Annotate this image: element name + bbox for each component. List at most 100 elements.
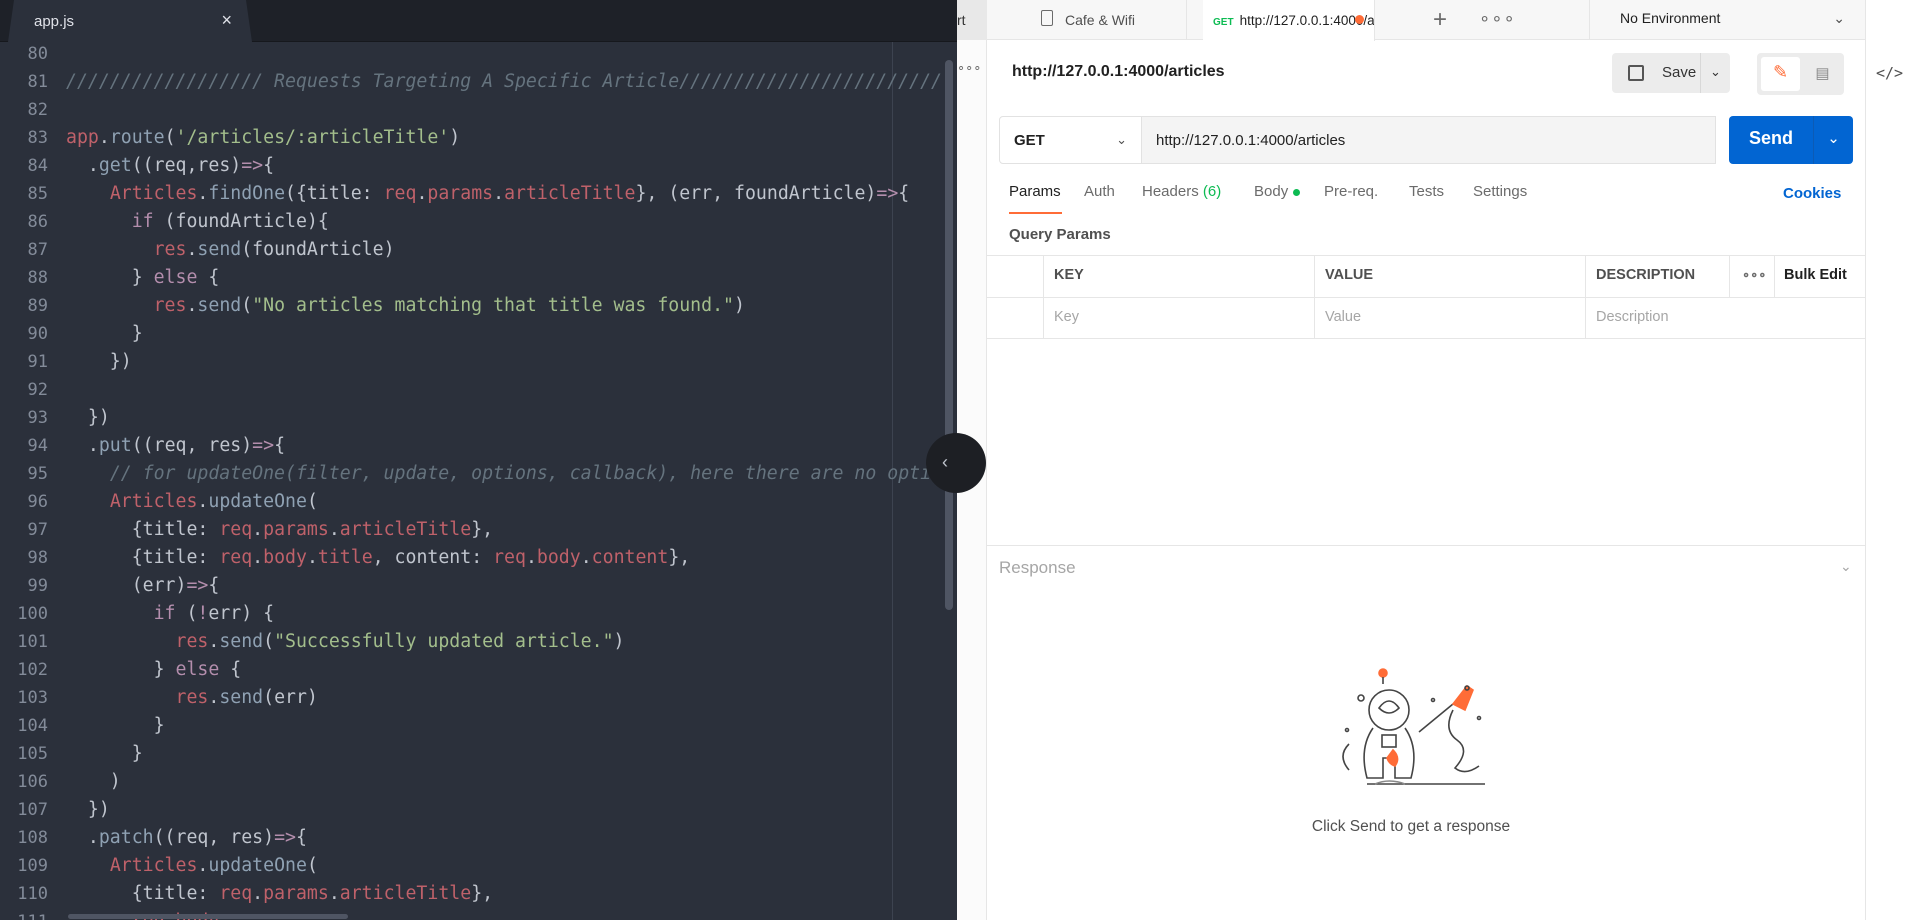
url-input[interactable]: http://127.0.0.1:4000/articles <box>1142 116 1716 164</box>
code-line[interactable]: 102 } else { <box>0 656 945 684</box>
code-line[interactable]: 80 <box>0 40 945 68</box>
code-token: }) <box>66 799 110 820</box>
code-line[interactable]: 107 }) <box>0 796 945 824</box>
code-token: ) <box>66 771 121 792</box>
code-line[interactable]: 110 {title: req.params.articleTitle}, <box>0 880 945 908</box>
bulk-edit-button[interactable]: Bulk Edit <box>1784 267 1847 283</box>
code-line[interactable]: 91 }) <box>0 348 945 376</box>
tab-headers-label: Headers <box>1142 183 1199 200</box>
code-lines[interactable]: 80 81 ////////////////// Requests Targetin… <box>0 42 957 920</box>
code-line[interactable]: 104 } <box>0 712 945 740</box>
editor-vertical-scrollbar[interactable] <box>945 60 953 610</box>
tab-pre-request[interactable]: Pre-req. <box>1324 183 1378 200</box>
code-token: ( <box>306 491 318 512</box>
code-token: title <box>317 547 373 568</box>
tab-body[interactable]: Body <box>1254 183 1301 200</box>
cookies-link[interactable]: Cookies <box>1783 185 1841 202</box>
code-token: => <box>186 575 209 596</box>
tab-tests[interactable]: Tests <box>1409 183 1444 200</box>
key-input[interactable]: Key <box>1054 309 1079 325</box>
tab-headers[interactable]: Headers (6) <box>1142 183 1221 200</box>
line-number: 85 <box>27 184 48 204</box>
method-select[interactable]: GET ⌄ <box>999 116 1142 164</box>
code-token: put <box>98 435 132 456</box>
code-token: ) <box>733 295 745 316</box>
request-title[interactable]: http://127.0.0.1:4000/articles <box>1012 63 1225 81</box>
code-line[interactable]: 108 .patch((req, res)=>{ <box>0 824 945 852</box>
pencil-icon[interactable]: ✎ <box>1761 57 1800 91</box>
code-line[interactable]: 101 res.send("Successfully updated artic… <box>0 628 945 656</box>
more-tabs-icon[interactable]: ∘∘∘ <box>1479 8 1516 29</box>
code-line[interactable]: 100 if (!err) { <box>0 600 945 628</box>
code-line[interactable]: 106 ) <box>0 768 945 796</box>
code-line[interactable]: 86 if (foundArticle){ <box>0 208 945 236</box>
line-number: 109 <box>17 856 48 876</box>
code-line[interactable]: 83 app.route('/articles/:articleTitle') <box>0 124 945 152</box>
editor-horizontal-scrollbar[interactable] <box>68 914 348 919</box>
column-options-icon[interactable]: ∘∘∘ <box>1742 267 1766 283</box>
line-number: 92 <box>27 380 48 400</box>
code-editor[interactable]: app.js × 80 81 ////////////////// Requests… <box>0 0 957 920</box>
code-line[interactable]: 103 res.send(err) <box>0 684 945 712</box>
column-header-value: VALUE <box>1325 267 1374 283</box>
collapse-panel-icon[interactable]: ‹ <box>926 433 986 493</box>
code-token: params <box>427 183 494 204</box>
code-line[interactable]: 98 {title: req.body.title, content: req.… <box>0 544 945 572</box>
response-divider[interactable] <box>987 545 1865 546</box>
code-line[interactable]: 92 <box>0 376 945 404</box>
tab-cafe-wifi[interactable]: Cafe & Wifi <box>997 0 1187 40</box>
code-token: ( <box>175 603 198 624</box>
code-line[interactable]: 99 (err)=>{ <box>0 572 945 600</box>
code-line[interactable]: 90 } <box>0 320 945 348</box>
code-text: .get((req,res)=>{ <box>66 152 274 180</box>
code-line[interactable]: 109 Articles.updateOne( <box>0 852 945 880</box>
line-number: 94 <box>27 436 48 456</box>
code-line[interactable]: 93 }) <box>0 404 945 432</box>
save-button[interactable]: Save ⌄ <box>1612 53 1730 93</box>
code-line[interactable]: 94 .put((req, res)=>{ <box>0 432 945 460</box>
code-token: ((req, res) <box>153 827 275 848</box>
more-options-icon[interactable]: ∘∘∘ <box>957 60 981 76</box>
send-button[interactable]: Send ⌄ <box>1729 116 1853 164</box>
code-line[interactable]: 85 Articles.findOne({title: req.params.a… <box>0 180 945 208</box>
code-token: res <box>175 631 209 652</box>
value-input[interactable]: Value <box>1325 309 1361 325</box>
code-line[interactable]: 84 .get((req,res)=>{ <box>0 152 945 180</box>
code-line[interactable]: 81 ////////////////// Requests Targeting … <box>0 68 945 96</box>
tab-params[interactable]: Params <box>1009 183 1061 200</box>
code-line[interactable]: 88 } else { <box>0 264 945 292</box>
send-options-chevron-icon[interactable]: ⌄ <box>1813 116 1853 164</box>
chevron-down-icon[interactable]: ⌄ <box>1840 558 1852 575</box>
code-token: Articles <box>109 855 198 876</box>
tab-settings[interactable]: Settings <box>1473 183 1527 200</box>
tab-partial[interactable]: rt <box>957 0 987 40</box>
editor-tab-app-js[interactable]: app.js × <box>8 0 252 42</box>
add-tab-icon[interactable]: + <box>1433 6 1447 34</box>
code-token: "Successfully updated article." <box>274 631 614 652</box>
save-options-chevron-icon[interactable]: ⌄ <box>1700 53 1730 93</box>
tab-auth[interactable]: Auth <box>1084 183 1115 200</box>
code-text: }) <box>66 796 110 824</box>
description-input[interactable]: Description <box>1596 309 1669 325</box>
close-icon[interactable]: × <box>221 10 232 31</box>
environment-select[interactable]: No Environment ⌄ <box>1589 0 1865 40</box>
code-line[interactable]: 87 res.send(foundArticle) <box>0 236 945 264</box>
code-token: { <box>295 827 307 848</box>
code-line[interactable]: 97 {title: req.params.articleTitle}, <box>0 516 945 544</box>
code-token: . <box>580 547 592 568</box>
code-token: . <box>197 855 209 876</box>
tab-active-request[interactable]: GEThttp://127.0.0.1:4000/articles <box>1203 0 1375 41</box>
comment-icon[interactable]: ▤ <box>1805 57 1840 91</box>
line-number: 104 <box>17 716 48 736</box>
code-line[interactable]: 89 res.send("No articles matching that t… <box>0 292 945 320</box>
code-token: ) <box>613 631 625 652</box>
code-line[interactable]: 96 Articles.updateOne( <box>0 488 945 516</box>
line-number: 86 <box>27 212 48 232</box>
code-snippet-icon[interactable]: </> <box>1876 64 1903 82</box>
view-mode-toggle[interactable]: ✎ ▤ <box>1757 53 1844 95</box>
line-number: 89 <box>27 296 48 316</box>
code-token: params <box>263 883 329 904</box>
code-line[interactable]: 105 } <box>0 740 945 768</box>
code-line[interactable]: 82 <box>0 96 945 124</box>
code-line[interactable]: 95 // for updateOne(filter, update, opti… <box>0 460 957 488</box>
